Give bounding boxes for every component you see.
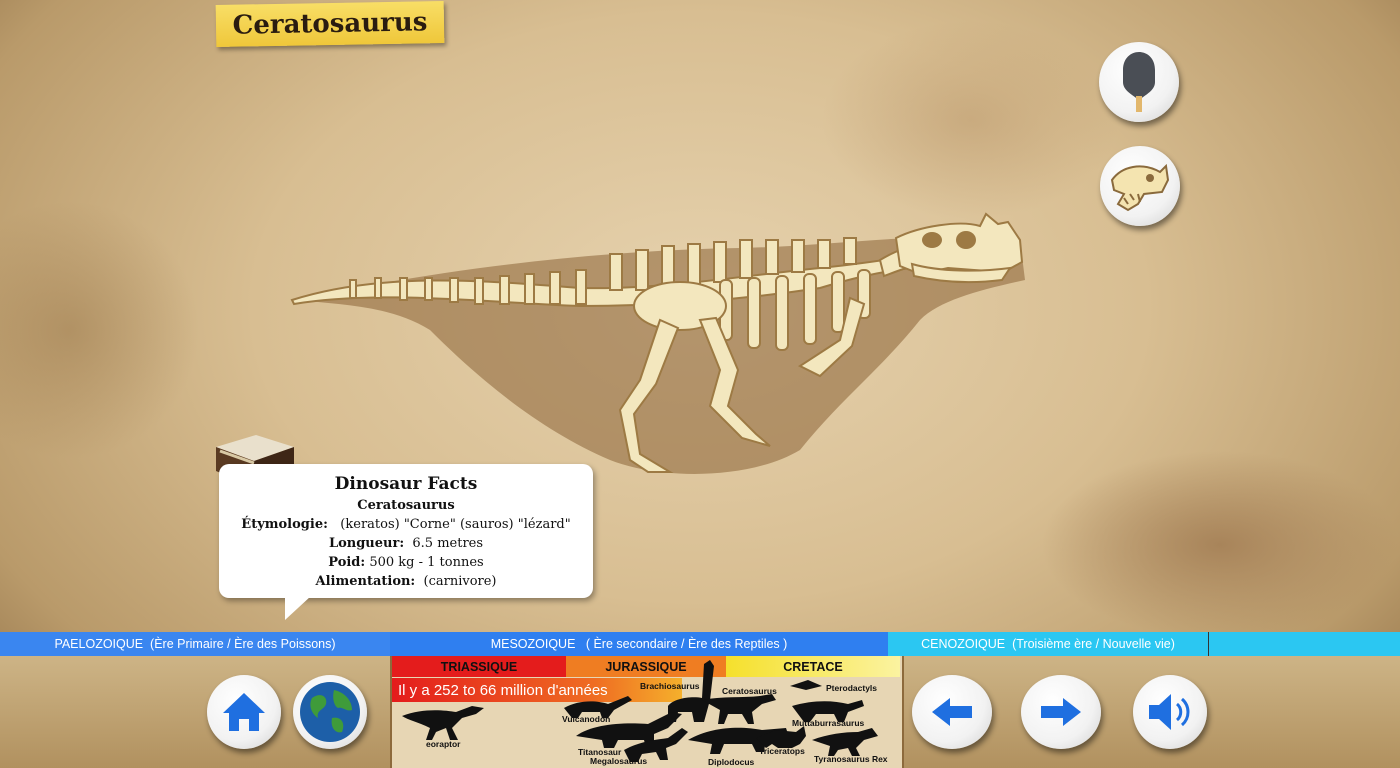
dig-tool-button[interactable] xyxy=(1099,42,1179,122)
ceratosaurus-silhouette xyxy=(702,694,776,724)
dinosaur-skeleton xyxy=(290,212,1025,474)
arrow-right-icon xyxy=(1041,698,1081,726)
background-stain xyxy=(0,200,200,460)
dinosaur-silhouettes xyxy=(402,660,878,762)
era-paleozoic-label: PAELOZOIQUE (Ère Primaire / Ère des Pois… xyxy=(54,637,336,651)
label-eoraptor: eoraptor xyxy=(426,739,461,749)
label-tyranosaurus: Tyranosaurus Rex xyxy=(814,754,888,764)
background-stain xyxy=(820,20,1120,220)
timeline-panel: TRIASSIQUE JURASSIQUE CRETACE Il y a 252… xyxy=(390,656,904,768)
dino-skull-icon xyxy=(1110,163,1170,212)
facts-dinosaur-name: Ceratosaurus xyxy=(357,498,455,513)
weight-label: Poid: xyxy=(328,555,366,570)
etymology-value: (keratos) "Corne" (sauros) "lézard" xyxy=(340,517,571,532)
diet-label: Alimentation: xyxy=(315,574,416,589)
label-vulcanodon: Vulcanodon xyxy=(562,714,611,724)
label-brachiosaurus: Brachiosaurus xyxy=(640,681,700,691)
previous-button[interactable] xyxy=(912,675,992,749)
home-button[interactable] xyxy=(207,675,281,749)
era-mesozoic[interactable]: MESOZOIQUE ( Ère secondaire / Ère des Re… xyxy=(390,632,888,656)
arrow-left-icon xyxy=(932,698,972,726)
page-title: Ceratosaurus xyxy=(232,7,428,41)
dinosaur-facts-card: Dinosaur Facts Ceratosaurus Étymologie: … xyxy=(219,464,593,620)
speaker-icon xyxy=(1149,694,1190,730)
label-diplodocus: Diplodocus xyxy=(708,757,755,767)
globe-icon xyxy=(300,682,360,742)
shovel-icon xyxy=(1123,52,1155,112)
length-label: Longueur: xyxy=(328,536,405,551)
globe-button[interactable] xyxy=(293,675,367,749)
etymology-label: Étymologie: xyxy=(241,517,328,532)
title-banner: Ceratosaurus xyxy=(215,1,445,47)
speech-tail xyxy=(285,596,311,620)
eoraptor-silhouette xyxy=(402,706,484,740)
length-value: 6.5 metres xyxy=(412,536,484,551)
sound-button[interactable] xyxy=(1133,675,1207,749)
label-muttaburrasaurus: Muttaburrasaurus xyxy=(792,718,865,728)
era-cenozoic-label: CENOZOIQUE (Troisième ère / Nouvelle vie… xyxy=(921,637,1175,651)
label-ceratosaurus: Ceratosaurus xyxy=(722,686,777,696)
era-bar: PAELOZOIQUE (Ère Primaire / Ère des Pois… xyxy=(0,632,1400,656)
skull-button[interactable] xyxy=(1100,146,1180,226)
era-cenozoic[interactable]: CENOZOIQUE (Troisième ère / Nouvelle vie… xyxy=(888,632,1209,656)
label-pterodactyls: Pterodactyls xyxy=(826,683,878,693)
facts-heading: Dinosaur Facts xyxy=(334,474,478,494)
next-button[interactable] xyxy=(1021,675,1101,749)
weight-value: 500 kg - 1 tonnes xyxy=(369,555,484,570)
home-icon xyxy=(223,693,265,731)
era-mesozoic-label: MESOZOIQUE ( Ère secondaire / Ère des Re… xyxy=(490,637,788,651)
diet-value: (carnivore) xyxy=(423,574,497,589)
pterodactyl-silhouette xyxy=(790,680,822,690)
background-stain xyxy=(1040,450,1400,640)
era-paleozoic[interactable]: PAELOZOIQUE (Ère Primaire / Ère des Pois… xyxy=(0,632,390,656)
label-megalosaurus: Megalosaurus xyxy=(590,756,648,766)
era-empty xyxy=(1209,632,1400,656)
tyranosaurus-silhouette xyxy=(812,728,878,756)
label-triceratops: Triceratops xyxy=(759,746,805,756)
